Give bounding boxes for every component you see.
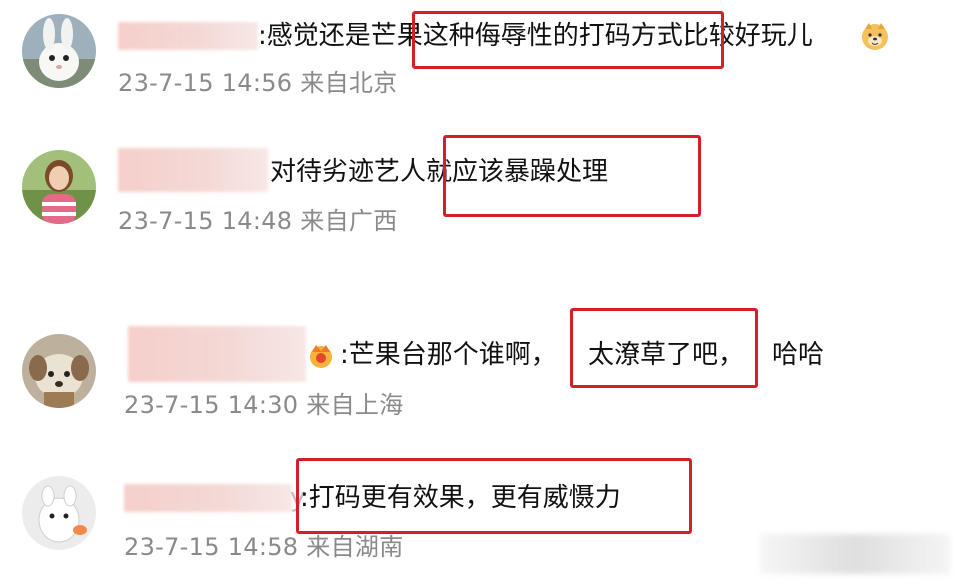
comment-meta: 23-7-15 14:30 来自上海 [124,391,404,419]
comment-meta: 23-7-15 14:58 来自湖南 [124,533,404,561]
avatar[interactable] [22,334,96,408]
highlight-box [412,11,724,69]
comment-meta: 23-7-15 14:56 来自北京 [118,69,398,97]
comment-text-part1: :芒果台那个谁啊， [340,340,557,370]
white-cartoon-avatar-icon [22,476,96,550]
blurred-username[interactable] [118,22,258,50]
doge-emoji-icon [862,23,888,50]
blurred-watermark [760,534,950,574]
plush-dog-avatar-icon [22,334,96,408]
blurred-username[interactable] [128,326,306,382]
girl-avatar-icon [22,150,96,224]
crown-badge-icon [310,345,332,368]
comment-meta: 23-7-15 14:48 来自广西 [118,207,398,235]
blurred-username[interactable] [124,484,292,512]
avatar[interactable] [22,150,96,224]
highlight-box [570,308,758,388]
comment-text-part3: 哈哈 [772,340,825,370]
white-rabbit-avatar-icon [22,14,96,88]
highlight-box [443,135,701,217]
avatar[interactable] [22,14,96,88]
avatar[interactable] [22,476,96,550]
highlight-box [296,458,692,534]
blurred-username[interactable] [118,148,268,192]
